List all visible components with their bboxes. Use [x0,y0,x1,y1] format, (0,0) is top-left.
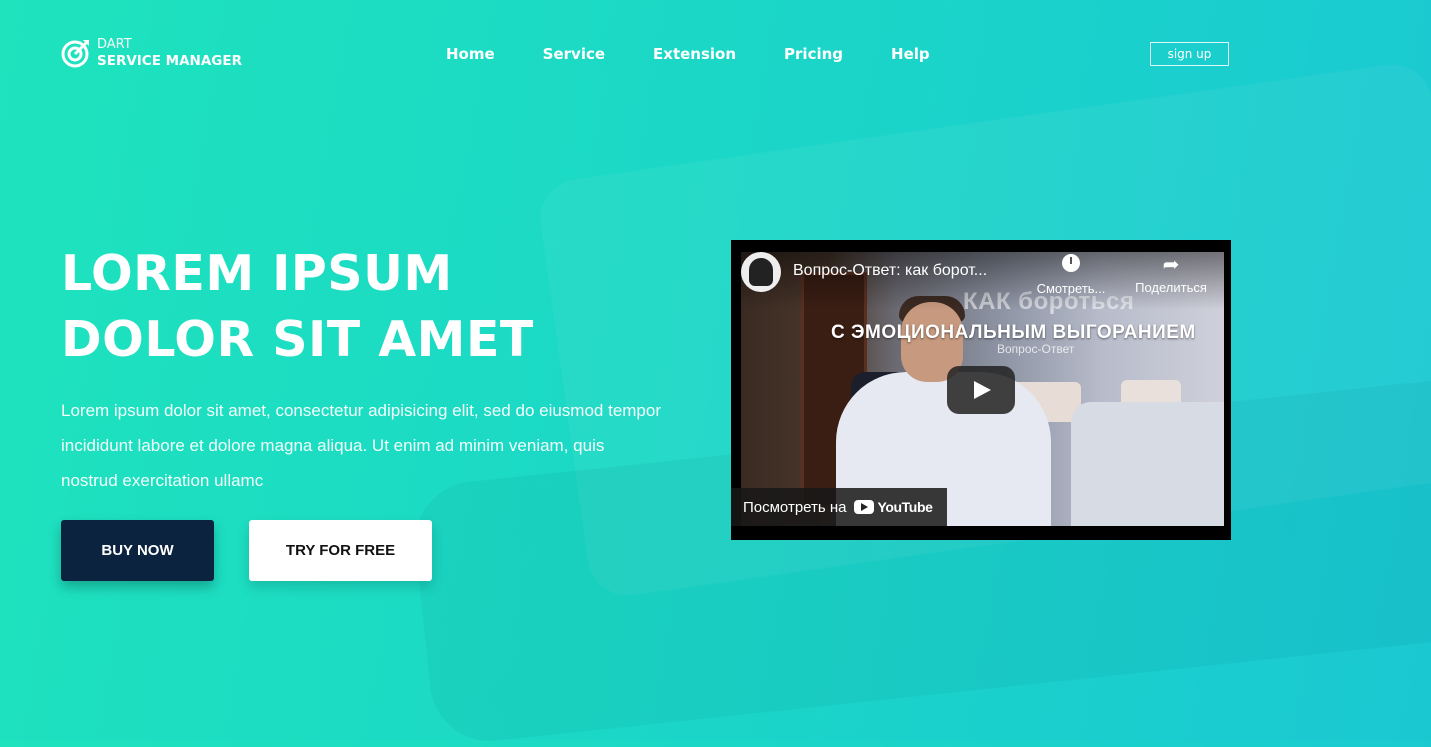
watch-on-youtube-link[interactable]: Посмотреть на YouTube [731,488,947,526]
nav-item-service[interactable]: Service [519,45,629,63]
brand-line2: SERVICE MANAGER [97,53,242,69]
thumbnail-laptop [1071,402,1224,526]
main-nav: Home Service Extension Pricing Help [422,45,954,63]
nav-item-extension[interactable]: Extension [629,45,760,63]
hero-lead-text: Lorem ipsum dolor sit amet, consectetur … [61,401,662,490]
youtube-logo: YouTube [854,499,933,515]
watch-on-label: Посмотреть на [743,498,847,516]
share-arrow-icon: ➦ [1162,254,1180,276]
target-logo-icon [61,40,89,68]
share-label: Поделиться [1135,280,1207,295]
play-button[interactable] [947,366,1015,414]
thumbnail-caption-line3: Вопрос-Ответ [997,342,1075,356]
sign-up-button[interactable]: sign up [1150,42,1229,66]
brand-logo[interactable]: DART SERVICE MANAGER [61,37,242,69]
brand-name: DART SERVICE MANAGER [97,37,242,69]
thumbnail-caption-line2: С ЭМОЦИОНАЛЬНЫМ ВЫГОРАНИЕМ [831,322,1196,343]
share-button[interactable]: ➦ Поделиться [1126,254,1216,295]
try-for-free-button[interactable]: TRY FOR FREE [249,520,432,581]
watch-later-button[interactable]: Смотреть... [1026,254,1116,296]
video-title[interactable]: Вопрос-Ответ: как борот... [793,262,987,280]
nav-item-pricing[interactable]: Pricing [760,45,867,63]
watch-later-label: Смотреть... [1036,281,1106,296]
hero-headline-line1: LOREM IPSUM [61,245,453,302]
youtube-wordmark: YouTube [877,499,933,515]
hero-headline-line2: DOLOR SIT AMET [61,311,534,368]
clock-icon [1026,254,1116,277]
nav-item-home[interactable]: Home [422,45,519,63]
youtube-play-icon [854,500,875,514]
brand-line1: DART [97,37,132,52]
youtube-video-embed[interactable]: КАК бороться С ЭМОЦИОНАЛЬНЫМ ВЫГОРАНИЕМ … [731,240,1231,540]
hero-headline: LOREM IPSUM DOLOR SIT AMET [61,241,534,373]
nav-item-help[interactable]: Help [867,45,954,63]
buy-now-button[interactable]: BUY NOW [61,520,214,581]
channel-avatar[interactable] [741,252,781,292]
